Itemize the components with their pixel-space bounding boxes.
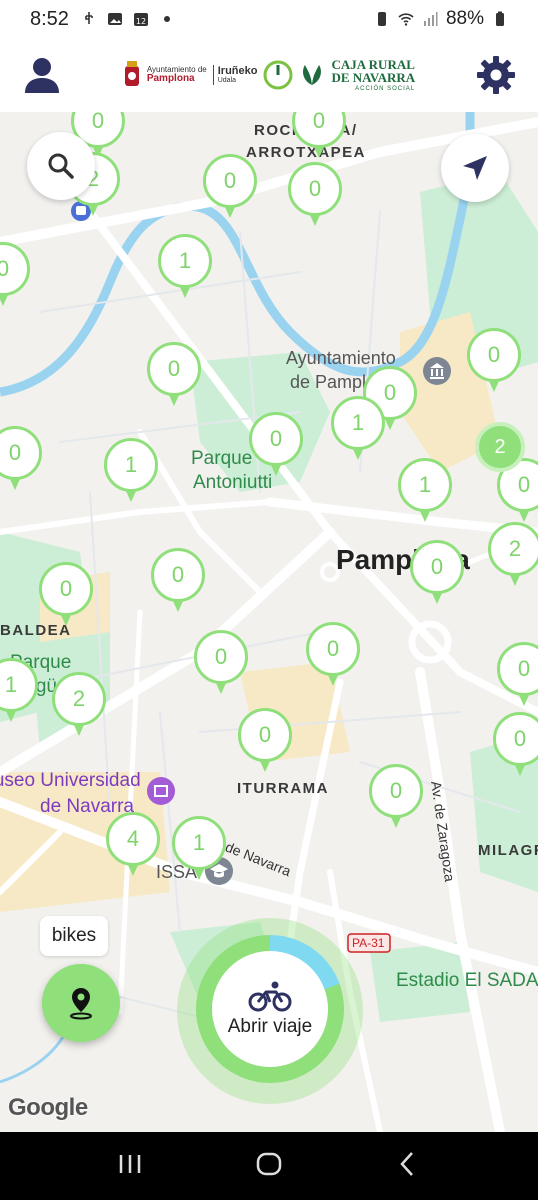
station-pin[interactable]: 0 <box>369 764 423 830</box>
status-time: 8:52 <box>30 7 69 30</box>
app-header: Ayuntamiento de Pamplona Iruñeko Udala C… <box>0 38 538 112</box>
map-view[interactable]: ROCHAPEA/ ARROTXAPEA Ayuntamiento de Pam… <box>0 112 538 1132</box>
status-bar: 8:52 12 88% <box>0 0 538 38</box>
home-icon <box>256 1152 282 1175</box>
station-pin[interactable]: 0 <box>493 712 538 778</box>
back-icon <box>400 1151 414 1176</box>
station-pin[interactable]: 0 <box>249 412 303 478</box>
station-pin[interactable]: 0 <box>151 548 205 614</box>
signal-icon <box>423 12 438 26</box>
location-pin-icon <box>70 988 92 1020</box>
locate-me-button[interactable] <box>441 134 509 202</box>
irunea-logo-line2: Udala <box>217 77 237 85</box>
station-pin[interactable]: 0 <box>292 112 346 160</box>
station-pin[interactable]: 1 <box>158 234 212 300</box>
irunea-logo-line1: Iruñeko <box>217 65 258 78</box>
wifi-icon <box>398 13 414 26</box>
station-cluster[interactable]: 2 <box>475 422 525 472</box>
map-label-museo-1: Museo Universidad <box>0 770 141 791</box>
map-label-mila: MILAGROSA <box>478 842 538 859</box>
caja-rural-line2: DE NAVARRA <box>331 70 416 85</box>
settings-button[interactable] <box>476 55 516 95</box>
caja-rural-line3: ACCIÓN SOCIAL <box>355 86 416 92</box>
recents-button[interactable] <box>116 1152 144 1181</box>
museum-poi-icon <box>147 777 175 805</box>
usb-icon <box>85 12 93 24</box>
battery-icon <box>496 11 504 26</box>
battery-saver-icon <box>377 12 386 26</box>
navigation-arrow-icon <box>463 156 487 180</box>
station-pin[interactable]: 1 <box>104 438 158 504</box>
station-pin[interactable]: 0 <box>410 540 464 606</box>
station-pin[interactable]: 1 <box>0 658 38 724</box>
app-screen: 8:52 12 88% Ayuntamiento de Pamplona Iru… <box>0 0 538 1200</box>
bikes-map-button[interactable] <box>42 964 120 1042</box>
notification-dot-icon <box>163 16 170 22</box>
station-pin[interactable]: 0 <box>194 630 248 696</box>
caja-rural-leaf-icon <box>303 65 322 85</box>
sponsor-logos: Ayuntamiento de Pamplona Iruñeko Udala C… <box>123 58 415 92</box>
map-label-parque-antoniutti-1: Parque <box>191 448 253 469</box>
station-pin[interactable]: 1 <box>331 396 385 462</box>
gallery-icon <box>107 13 122 25</box>
station-pin[interactable]: 0 <box>203 154 257 220</box>
bikes-chip[interactable]: bikes <box>40 916 108 956</box>
station-pin[interactable]: 2 <box>488 522 538 588</box>
station-pin[interactable]: 0 <box>306 622 360 688</box>
station-pin[interactable]: 2 <box>52 672 106 738</box>
station-pin[interactable]: 0 <box>497 642 538 708</box>
android-nav-bar <box>0 1132 538 1200</box>
pamplona-coat-of-arms-icon <box>124 61 139 86</box>
home-button[interactable] <box>255 1150 283 1183</box>
google-attribution: Google <box>8 1094 88 1121</box>
back-button[interactable] <box>394 1150 422 1183</box>
station-pin[interactable]: 0 <box>288 162 342 228</box>
profile-button[interactable] <box>22 55 62 95</box>
station-pin[interactable]: 1 <box>398 458 452 524</box>
battery-percent: 88% <box>445 8 484 29</box>
search-icon <box>48 153 74 179</box>
townhall-poi-icon <box>423 357 451 385</box>
station-pin[interactable]: 0 <box>0 426 42 492</box>
station-pin[interactable]: 4 <box>106 812 160 878</box>
station-pin[interactable]: 0 <box>0 242 30 308</box>
map-label-estadio: Estadio El SADAR <box>396 970 538 991</box>
open-trip-button[interactable]: Abrir viaje <box>212 951 328 1067</box>
person-icon <box>25 58 59 93</box>
recents-icon <box>119 1154 140 1173</box>
station-pin[interactable]: 0 <box>147 342 201 408</box>
map-label-iturrama: ITURRAMA <box>237 780 329 797</box>
station-pin[interactable]: 0 <box>467 328 521 394</box>
station-pin[interactable]: 0 <box>39 562 93 628</box>
station-pin[interactable]: 1 <box>172 816 226 882</box>
ayuntamiento-logo-line2: Pamplona <box>146 72 195 84</box>
open-trip-label: Abrir viaje <box>227 1016 313 1037</box>
bicycle-icon <box>248 981 292 1012</box>
calendar-icon: 12 <box>133 13 148 26</box>
power-button-logo-icon <box>263 60 293 90</box>
station-pin[interactable]: 0 <box>238 708 292 774</box>
gear-icon <box>476 56 515 94</box>
search-button[interactable] <box>27 132 95 200</box>
map-label-pa31: PA-31 <box>352 936 385 950</box>
svg-text:12: 12 <box>136 17 146 26</box>
